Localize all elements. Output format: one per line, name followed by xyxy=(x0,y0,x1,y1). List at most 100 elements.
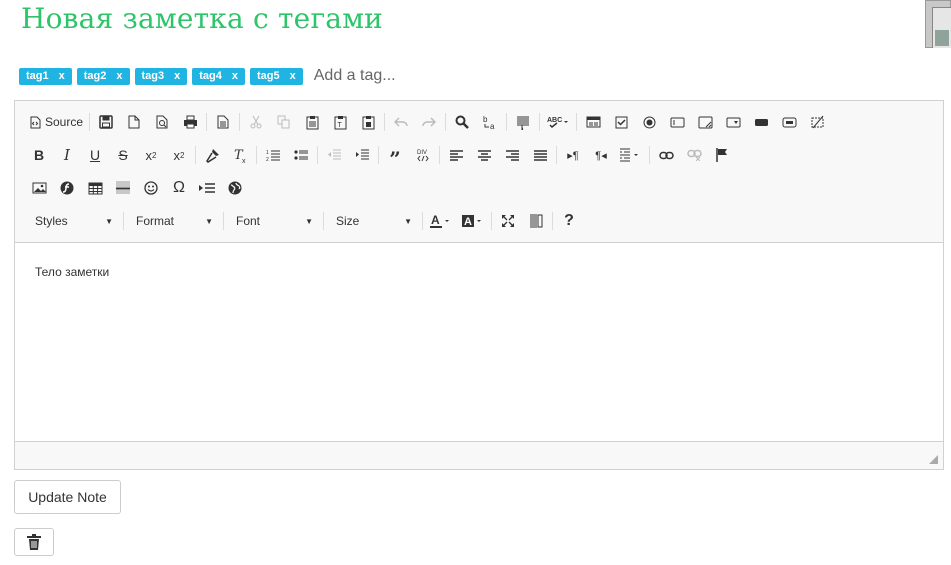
bulleted-list-icon[interactable] xyxy=(287,143,315,167)
toolbar-separator xyxy=(445,113,447,131)
checkbox-icon[interactable] xyxy=(607,110,635,134)
text-color-icon[interactable]: A xyxy=(425,209,457,233)
svg-text:T: T xyxy=(337,122,342,129)
maximize-icon[interactable] xyxy=(494,209,522,233)
chevron-down-icon: ▼ xyxy=(105,216,113,226)
paste-icon[interactable] xyxy=(298,110,326,134)
language-icon[interactable] xyxy=(615,143,647,167)
size-dropdown[interactable]: Size ▼ xyxy=(326,209,420,233)
undo-icon[interactable] xyxy=(387,110,415,134)
editor-content[interactable]: Тело заметки xyxy=(15,243,943,442)
page-break-icon[interactable] xyxy=(193,176,221,200)
tag-label: tag4 xyxy=(199,69,222,82)
ltr-icon[interactable]: ▸¶ xyxy=(559,143,587,167)
styles-label: Styles xyxy=(35,214,68,228)
textarea-icon[interactable] xyxy=(691,110,719,134)
align-right-icon[interactable] xyxy=(498,143,526,167)
align-center-icon[interactable] xyxy=(470,143,498,167)
tag-label: tag2 xyxy=(83,69,107,82)
table-icon[interactable] xyxy=(81,176,109,200)
copy-icon[interactable] xyxy=(270,110,298,134)
toolbar-separator xyxy=(576,113,578,131)
justify-icon[interactable] xyxy=(526,143,554,167)
indent-icon[interactable] xyxy=(348,143,376,167)
toolbar-separator xyxy=(384,113,386,131)
resize-handle-icon[interactable] xyxy=(929,455,938,464)
help-icon[interactable]: ? xyxy=(555,209,583,233)
smiley-icon[interactable] xyxy=(137,176,165,200)
bold-icon[interactable]: B xyxy=(25,143,53,167)
paste-text-icon[interactable]: T xyxy=(326,110,354,134)
preview-icon[interactable] xyxy=(148,110,176,134)
link-icon[interactable] xyxy=(652,143,680,167)
anchor-icon[interactable] xyxy=(708,143,736,167)
svg-text:b: b xyxy=(483,115,488,124)
format-dropdown[interactable]: Format ▼ xyxy=(126,209,221,233)
paste-word-icon[interactable] xyxy=(354,110,382,134)
tag-remove-button[interactable]: x xyxy=(232,68,238,85)
remove-format-icon[interactable]: Tx xyxy=(226,143,254,167)
numbered-list-icon[interactable]: 12 xyxy=(259,143,287,167)
toolbar-separator xyxy=(223,212,224,230)
tag-chip: tag5 x xyxy=(250,67,303,85)
editor-status-bar xyxy=(15,441,943,469)
source-button[interactable]: Source xyxy=(25,110,87,134)
tag-remove-button[interactable]: x xyxy=(59,68,65,85)
toolbar-separator xyxy=(195,146,196,164)
flash-icon[interactable] xyxy=(53,176,81,200)
note-body-text[interactable]: Тело заметки xyxy=(35,265,109,279)
new-page-icon[interactable] xyxy=(120,110,148,134)
select-all-icon[interactable] xyxy=(509,110,537,134)
copy-format-icon[interactable] xyxy=(198,143,226,167)
radio-icon[interactable] xyxy=(635,110,663,134)
cut-icon[interactable] xyxy=(242,110,270,134)
toolbar-row-3: Ω xyxy=(25,174,249,202)
unlink-icon[interactable] xyxy=(680,143,708,167)
button-field-icon[interactable] xyxy=(747,110,775,134)
print-icon[interactable] xyxy=(176,110,204,134)
tag-chip: tag1 x xyxy=(19,67,72,85)
find-icon[interactable] xyxy=(448,110,476,134)
hidden-field-icon[interactable] xyxy=(803,110,831,134)
text-field-icon[interactable] xyxy=(663,110,691,134)
toolbar-separator xyxy=(239,113,241,131)
tag-remove-button[interactable]: x xyxy=(290,68,296,85)
subscript-icon[interactable]: x2 xyxy=(137,143,165,167)
delete-button[interactable] xyxy=(14,528,54,556)
special-char-icon[interactable]: Ω xyxy=(165,176,193,200)
toolbar-separator xyxy=(506,113,508,131)
form-icon[interactable] xyxy=(579,110,607,134)
spellcheck-icon[interactable]: ABC xyxy=(542,110,574,134)
italic-icon[interactable]: I xyxy=(53,143,81,167)
update-note-button[interactable]: Update Note xyxy=(14,480,121,514)
select-field-icon[interactable] xyxy=(719,110,747,134)
image-button-icon[interactable] xyxy=(775,110,803,134)
save-icon[interactable] xyxy=(92,110,120,134)
horizontal-rule-icon[interactable] xyxy=(109,176,137,200)
underline-icon[interactable]: U xyxy=(81,143,109,167)
iframe-icon[interactable] xyxy=(221,176,249,200)
svg-text:2: 2 xyxy=(266,157,269,162)
font-dropdown[interactable]: Font ▼ xyxy=(226,209,321,233)
tag-remove-button[interactable]: x xyxy=(116,68,122,85)
blockquote-icon[interactable]: ” xyxy=(381,139,409,171)
background-color-icon[interactable]: A xyxy=(457,209,489,233)
show-blocks-icon[interactable] xyxy=(522,209,550,233)
redo-icon[interactable] xyxy=(415,110,443,134)
toolbar-row-4: Styles ▼ Format ▼ Font ▼ Size ▼ A A ? xyxy=(25,207,583,235)
superscript-icon[interactable]: x2 xyxy=(165,143,193,167)
toolbar-separator xyxy=(539,113,541,131)
replace-icon[interactable]: ba xyxy=(476,110,504,134)
add-tag-input[interactable] xyxy=(313,67,434,85)
tag-label: tag1 xyxy=(26,69,49,82)
outdent-icon[interactable] xyxy=(320,143,348,167)
tag-remove-button[interactable]: x xyxy=(174,68,180,85)
strikethrough-icon[interactable]: S xyxy=(109,143,137,167)
toolbar-separator xyxy=(649,146,650,164)
create-div-icon[interactable]: DIV xyxy=(409,143,437,167)
rtl-icon[interactable]: ¶◂ xyxy=(587,143,615,167)
align-left-icon[interactable] xyxy=(442,143,470,167)
styles-dropdown[interactable]: Styles ▼ xyxy=(25,209,121,233)
image-icon[interactable] xyxy=(25,176,53,200)
templates-icon[interactable] xyxy=(209,110,237,134)
